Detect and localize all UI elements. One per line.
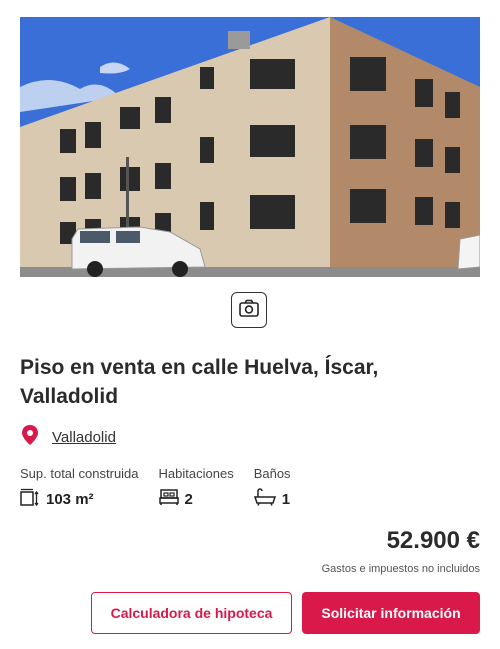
property-photo[interactable] [20, 17, 480, 277]
feature-area-value: 103 m² [46, 490, 94, 508]
feature-rooms: Habitaciones 2 [159, 466, 234, 510]
feature-rooms-value: 2 [184, 490, 193, 508]
camera-icon [239, 299, 259, 322]
feature-baths: Baños 1 [253, 466, 291, 510]
bed-icon [158, 488, 179, 510]
price: 52.900 € [386, 527, 480, 554]
bathtub-icon [253, 488, 276, 510]
taxes-note: Gastos e impuestos no incluidos [321, 563, 480, 575]
request-info-button[interactable]: Solicitar información [302, 592, 480, 634]
feature-baths-label: Baños [253, 466, 291, 481]
feature-baths-value: 1 [281, 490, 291, 508]
location-link[interactable]: Valladolid [52, 429, 116, 446]
mortgage-calculator-button[interactable]: Calculadora de hipoteca [91, 592, 292, 634]
area-icon [20, 488, 40, 510]
features-list: Sup. total construida 103 m² Habitacione… [20, 466, 311, 510]
location-row: Valladolid [20, 424, 116, 451]
feature-rooms-label: Habitaciones [158, 466, 234, 481]
gallery-button[interactable] [231, 292, 267, 328]
map-pin-icon [20, 424, 40, 451]
listing-title: Piso en venta en calle Huelva, Íscar, Va… [20, 356, 379, 408]
feature-area-label: Sup. total construida [20, 466, 139, 481]
feature-area: Sup. total construida 103 m² [20, 466, 139, 510]
